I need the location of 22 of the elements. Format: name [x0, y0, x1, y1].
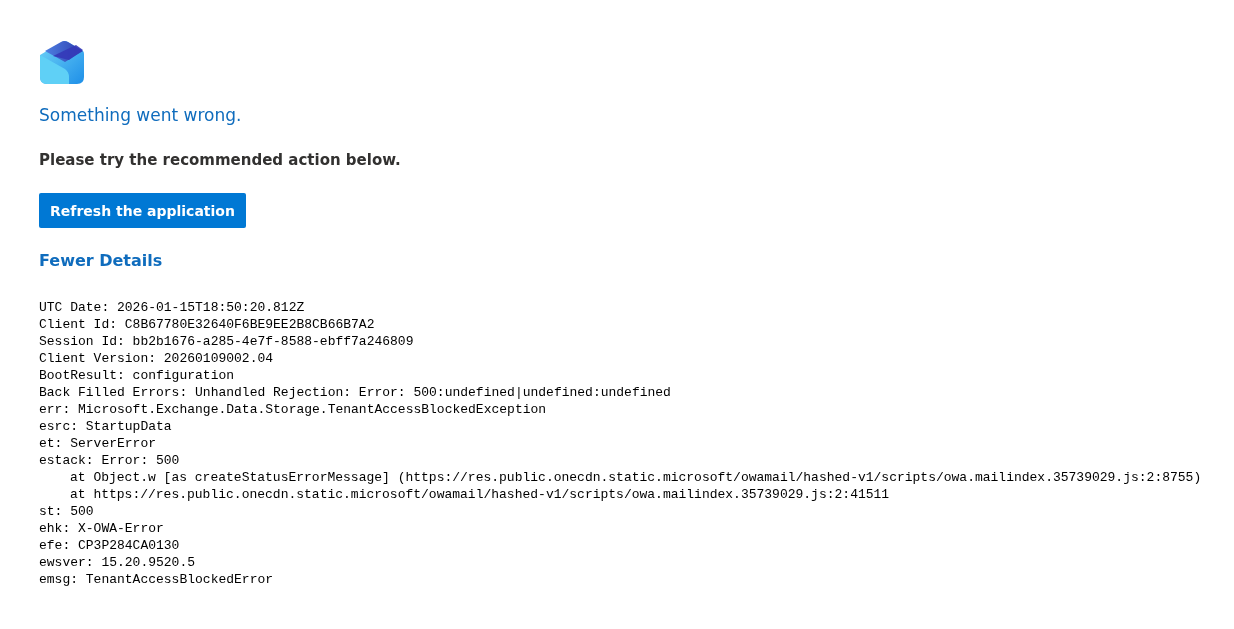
error-heading: Something went wrong. — [39, 104, 242, 127]
details-line: st: 500 — [39, 503, 94, 520]
details-line: ehk: X-OWA-Error — [39, 520, 164, 537]
details-line: efe: CP3P284CA0130 — [39, 537, 180, 554]
details-line: UTC Date: 2026-01-15T18:50:20.812Z — [39, 299, 305, 316]
refresh-button[interactable]: Refresh the application — [39, 193, 246, 228]
details-line: Back Filled Errors: Unhandled Rejection: Error: 500:undefined|undefined:undefined — [39, 384, 671, 401]
details-line: ewsver: 15.20.9520.5 — [39, 554, 196, 571]
details-line: at https://res.public.onecdn.static.microsoft/owamail/hashed-v1/scripts/owa.mailindex.35739029.js:2:41511 — [70, 486, 890, 503]
details-line: estack: Error: 500 — [39, 452, 180, 469]
logo-icon — [39, 39, 85, 85]
details-line: emsg: TenantAccessBlockedError — [39, 571, 274, 588]
details-line: esrc: StartupData — [39, 418, 172, 435]
details-line: BootResult: configuration — [39, 367, 235, 384]
details-line: et: ServerError — [39, 435, 157, 452]
instruction-text: Please try the recommended action below. — [39, 150, 401, 171]
details-toggle-link[interactable]: Fewer Details — [39, 249, 163, 273]
details-line: err: Microsoft.Exchange.Data.Storage.TenantAccessBlockedException — [39, 401, 547, 418]
details-line: Client Id: C8B67780E32640F6BE9EE2B8CB66B7A2 — [39, 316, 375, 333]
details-line: Session Id: bb2b1676-a285-4e7f-8588-ebff7a246809 — [39, 333, 414, 350]
details-line: at Object.w [as createStatusErrorMessage] (https://res.public.onecdn.static.microsoft/owamail/hashed-v1/scripts/owa.mailindex.35739029.js:2:8755) — [70, 469, 1202, 486]
details-line: Client Version: 20260109002.04 — [39, 350, 274, 367]
